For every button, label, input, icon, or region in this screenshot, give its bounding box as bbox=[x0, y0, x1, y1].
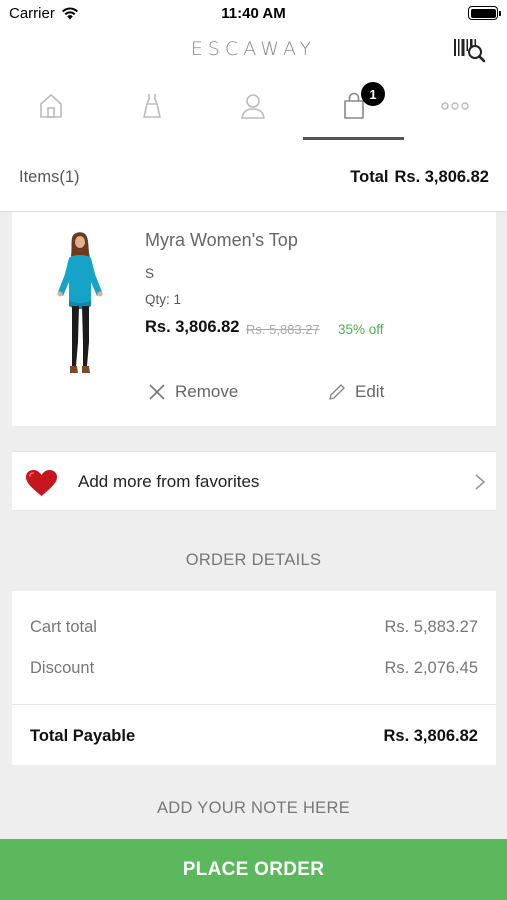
tab-more[interactable] bbox=[404, 72, 505, 140]
total-payable-label: Total Payable bbox=[30, 727, 136, 745]
pencil-icon bbox=[329, 384, 345, 400]
app-header: ESCAWAY bbox=[0, 28, 507, 72]
cart-summary: Items(1) Total Rs. 3,806.82 bbox=[0, 140, 507, 212]
row-label: Cart total bbox=[30, 618, 97, 636]
place-order-button[interactable]: PLACE ORDER bbox=[0, 839, 507, 900]
product-price: Rs. 3,806.82 bbox=[145, 318, 240, 336]
edit-button[interactable]: Edit bbox=[327, 382, 384, 402]
cart-total: Total Rs. 3,806.82 bbox=[350, 168, 489, 187]
items-count: Items(1) bbox=[19, 168, 80, 186]
total-label: Total bbox=[350, 168, 389, 186]
tab-profile[interactable] bbox=[202, 72, 303, 140]
total-payable-value: Rs. 3,806.82 bbox=[383, 727, 479, 745]
chevron-right-icon bbox=[475, 474, 486, 490]
total-payable-row: Total Payable Rs. 3,806.82 bbox=[30, 727, 478, 746]
brand-logo: ESCAWAY bbox=[190, 38, 317, 60]
row-value: Rs. 5,883.27 bbox=[384, 618, 478, 636]
home-icon bbox=[39, 94, 62, 118]
row-value: Rs. 2,076.45 bbox=[384, 659, 478, 677]
heart-icon bbox=[26, 470, 57, 496]
tab-home[interactable] bbox=[0, 72, 101, 140]
add-note-button[interactable]: ADD YOUR NOTE HERE bbox=[0, 799, 507, 818]
user-icon bbox=[240, 94, 265, 119]
tab-cart[interactable]: 1 bbox=[303, 72, 404, 140]
order-details-card: Cart total Rs. 5,883.27 Discount Rs. 2,0… bbox=[12, 591, 496, 765]
more-icon bbox=[440, 102, 469, 110]
edit-label: Edit bbox=[355, 382, 385, 401]
cart-badge: 1 bbox=[361, 82, 385, 106]
discount-row: Discount Rs. 2,076.45 bbox=[30, 659, 478, 678]
product-discount: 35% off bbox=[338, 322, 384, 337]
battery-icon bbox=[468, 6, 501, 20]
status-bar: Carrier 11:40 AM bbox=[0, 0, 507, 28]
barcode-search-icon[interactable] bbox=[453, 36, 487, 66]
dress-icon bbox=[142, 94, 161, 118]
remove-button[interactable]: Remove bbox=[147, 382, 238, 402]
cart-total-row: Cart total Rs. 5,883.27 bbox=[30, 618, 478, 637]
product-name[interactable]: Myra Women's Top bbox=[145, 230, 298, 251]
row-label: Discount bbox=[30, 659, 95, 677]
product-qty: Qty: 1 bbox=[145, 292, 182, 307]
product-original-price: Rs. 5,883.27 bbox=[246, 322, 320, 337]
favorites-label: Add more from favorites bbox=[78, 472, 260, 491]
product-image[interactable] bbox=[45, 230, 115, 380]
tab-bar: 1 bbox=[0, 72, 507, 140]
divider bbox=[12, 704, 496, 705]
close-icon bbox=[149, 384, 165, 400]
total-value: Rs. 3,806.82 bbox=[394, 168, 490, 186]
cart-item-card: Myra Women's Top S Qty: 1 Rs. 3,806.82 R… bbox=[12, 212, 496, 426]
tab-catalog[interactable] bbox=[101, 72, 202, 140]
product-size: S bbox=[145, 266, 155, 281]
status-time: 11:40 AM bbox=[221, 5, 286, 22]
remove-label: Remove bbox=[175, 382, 239, 401]
add-from-favorites-row[interactable]: Add more from favorites bbox=[12, 451, 496, 511]
order-details-title: ORDER DETAILS bbox=[185, 551, 322, 569]
